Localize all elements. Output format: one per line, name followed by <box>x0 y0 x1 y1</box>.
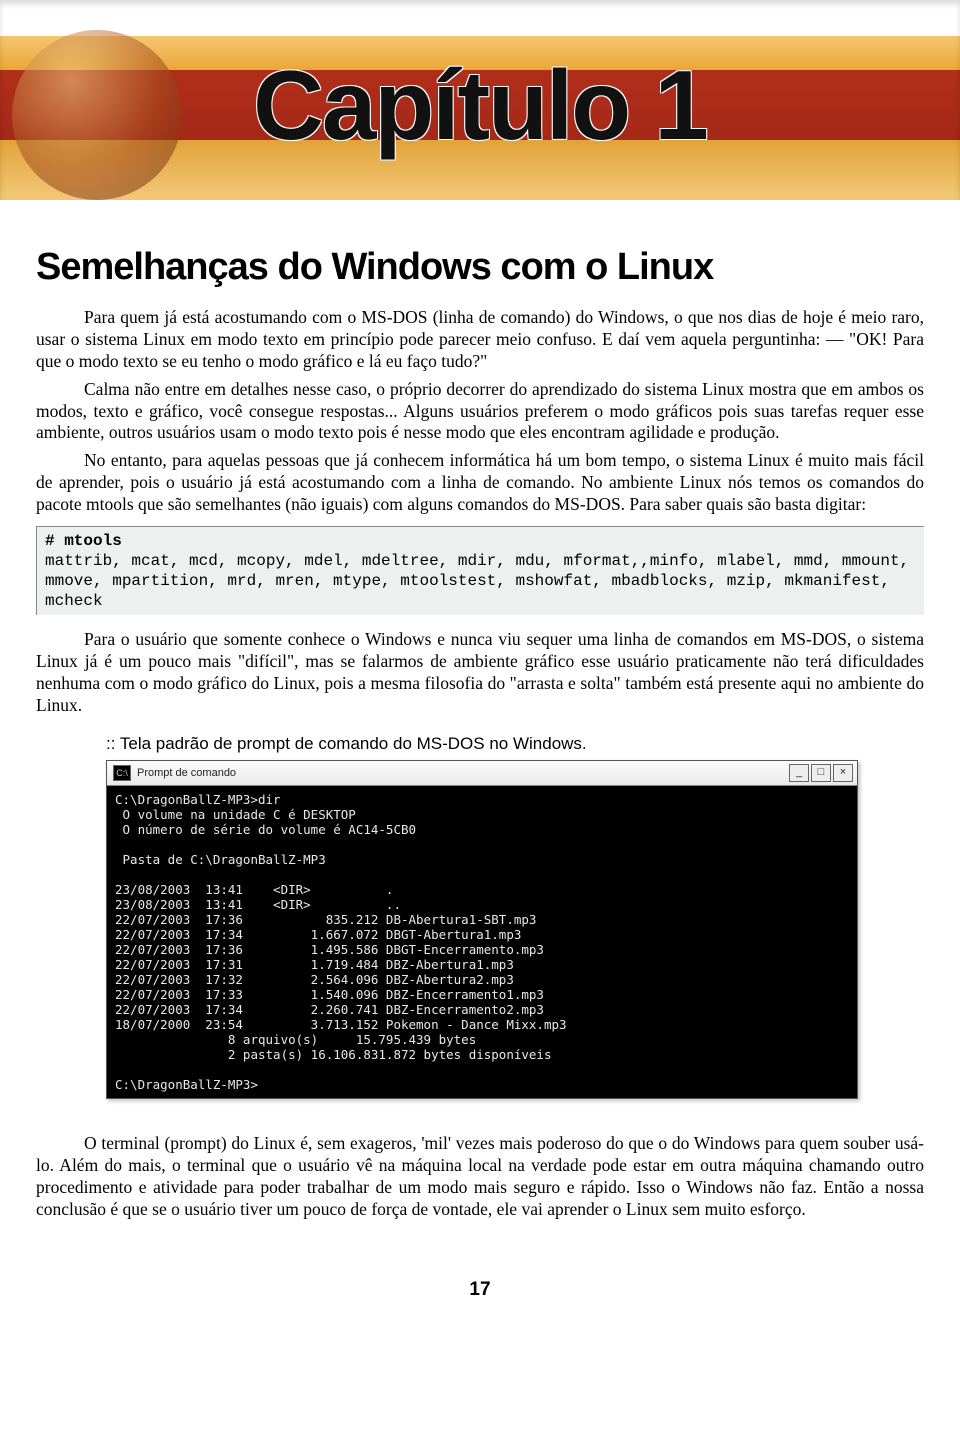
globe-decoration <box>12 30 182 200</box>
section-title: Semelhanças do Windows com o Linux <box>36 246 924 289</box>
screenshot-caption: :: Tela padrão de prompt de comando do M… <box>106 734 924 754</box>
paragraph-2-text: Calma não entre em detalhes nesse caso, … <box>36 379 924 443</box>
window-titlebar: C:\ Prompt de comando _ □ × <box>107 761 857 786</box>
document-page: Capítulo 1 Semelhanças do Windows com o … <box>0 0 960 1341</box>
window-buttons: _ □ × <box>789 764 853 782</box>
paragraph-4-text: Para o usuário que somente conhece o Win… <box>36 629 924 715</box>
paragraph-1: Para quem já está acostumando com o MS-D… <box>36 307 924 373</box>
paragraph-5: O terminal (prompt) do Linux é, sem exag… <box>36 1133 924 1221</box>
paragraph-1-text: Para quem já está acostumando com o MS-D… <box>36 307 924 371</box>
paragraph-2: Calma não entre em detalhes nesse caso, … <box>36 379 924 445</box>
terminal-output: C:\DragonBallZ-MP3>dir O volume na unida… <box>107 786 857 1098</box>
msdos-terminal-window: C:\ Prompt de comando _ □ × C:\DragonBal… <box>106 760 858 1099</box>
minimize-button[interactable]: _ <box>789 764 809 782</box>
chapter-banner: Capítulo 1 <box>0 0 960 200</box>
page-content: Semelhanças do Windows com o Linux Para … <box>0 200 960 1237</box>
paragraph-3: No entanto, para aquelas pessoas que já … <box>36 450 924 516</box>
code-block: # mtools mattrib, mcat, mcd, mcopy, mdel… <box>36 526 924 615</box>
page-number: 17 <box>0 1279 960 1301</box>
maximize-button[interactable]: □ <box>811 764 831 782</box>
paragraph-3-text: No entanto, para aquelas pessoas que já … <box>36 450 924 514</box>
chapter-title: Capítulo 1 <box>253 49 707 162</box>
code-command: # mtools <box>45 531 916 551</box>
code-body: mattrib, mcat, mcd, mcopy, mdel, mdeltre… <box>45 551 916 611</box>
close-button[interactable]: × <box>833 764 853 782</box>
cmd-icon: C:\ <box>113 765 131 781</box>
paragraph-5-text: O terminal (prompt) do Linux é, sem exag… <box>36 1133 924 1219</box>
paragraph-4: Para o usuário que somente conhece o Win… <box>36 629 924 717</box>
window-title: Prompt de comando <box>137 767 236 779</box>
